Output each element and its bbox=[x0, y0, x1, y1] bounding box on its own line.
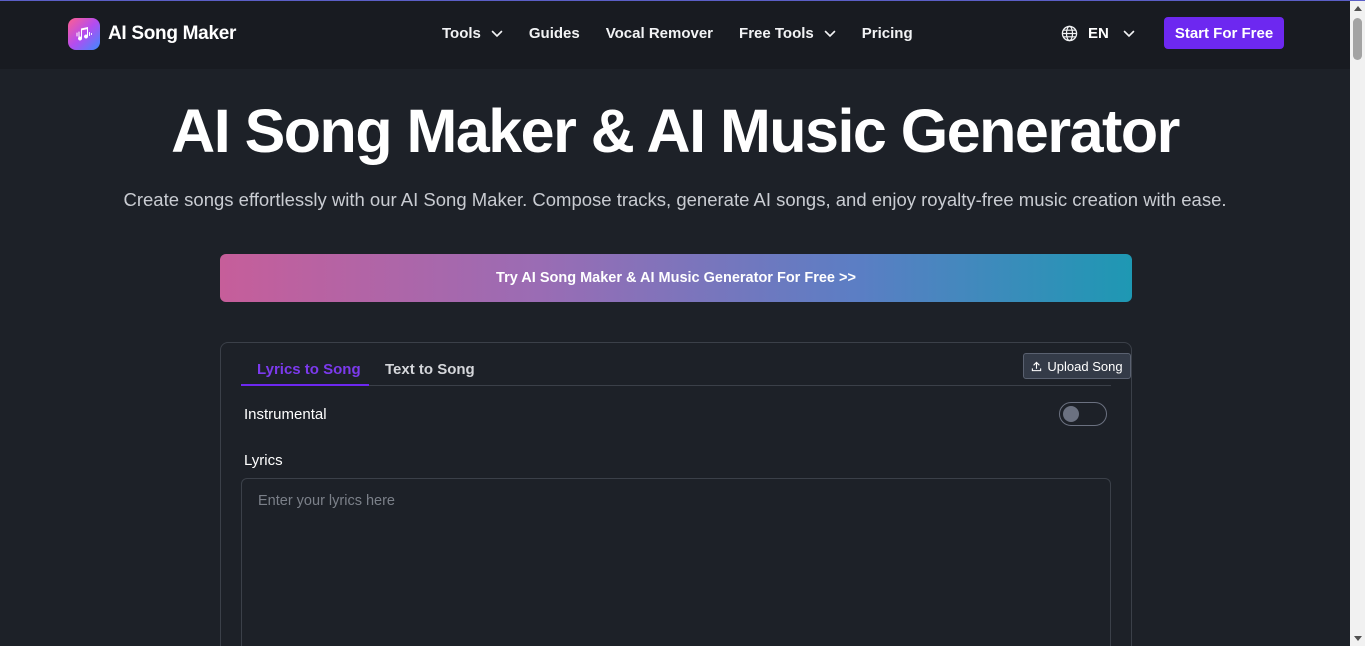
instrumental-label: Instrumental bbox=[244, 406, 327, 423]
try-free-banner-button[interactable]: Try AI Song Maker & AI Music Generator F… bbox=[220, 254, 1132, 302]
language-label: EN bbox=[1088, 25, 1109, 42]
upload-song-label: Upload Song bbox=[1047, 358, 1123, 374]
nav-item-label: Pricing bbox=[861, 25, 913, 42]
generator-tabs: Lyrics to Song Text to Song Upload Song bbox=[241, 343, 1131, 386]
logo-text: AI Song Maker bbox=[108, 23, 237, 44]
tab-lyrics-to-song[interactable]: Lyrics to Song bbox=[257, 361, 361, 378]
page-subtitle: Create songs effortlessly with our AI So… bbox=[123, 189, 1227, 210]
upload-song-button[interactable]: Upload Song bbox=[1023, 353, 1131, 379]
nav-item-label: Guides bbox=[528, 25, 580, 42]
nav-item-pricing[interactable]: Pricing bbox=[862, 25, 913, 42]
nav-item-vocal-remover[interactable]: Vocal Remover bbox=[606, 25, 713, 42]
main-nav: Tools Guides Vocal Remover Free Tools Pr… bbox=[442, 25, 939, 42]
site-header: AI Song Maker Tools Guides Vocal Remover… bbox=[0, 1, 1350, 69]
chevron-down-icon bbox=[491, 30, 503, 38]
tab-text-to-song[interactable]: Text to Song bbox=[385, 361, 475, 378]
nav-item-tools[interactable]: Tools bbox=[442, 25, 503, 42]
nav-item-label: Free Tools bbox=[739, 25, 814, 42]
music-note-icon bbox=[68, 18, 100, 50]
start-for-free-button[interactable]: Start For Free bbox=[1164, 17, 1284, 49]
scroll-up-arrow-icon[interactable] bbox=[1350, 1, 1365, 16]
lyrics-input[interactable] bbox=[241, 478, 1111, 646]
song-generator-panel: Lyrics to Song Text to Song Upload Song … bbox=[220, 342, 1132, 646]
nav-item-guides[interactable]: Guides bbox=[529, 25, 580, 42]
active-tab-indicator bbox=[241, 384, 369, 386]
instrumental-toggle[interactable] bbox=[1059, 402, 1107, 426]
toggle-knob bbox=[1063, 406, 1079, 422]
nav-item-label: Vocal Remover bbox=[605, 25, 714, 42]
chevron-down-icon bbox=[1123, 30, 1135, 38]
scroll-down-arrow-icon[interactable] bbox=[1350, 631, 1365, 646]
nav-item-free-tools[interactable]: Free Tools bbox=[739, 25, 836, 42]
page-title: AI Song Maker & AI Music Generator bbox=[171, 97, 1180, 165]
logo[interactable]: AI Song Maker bbox=[68, 18, 236, 50]
nav-item-label: Tools bbox=[442, 25, 481, 42]
banner-label: Try AI Song Maker & AI Music Generator F… bbox=[496, 270, 856, 286]
language-selector[interactable]: EN bbox=[1061, 25, 1135, 42]
scrollbar-thumb[interactable] bbox=[1353, 18, 1362, 60]
chevron-down-icon bbox=[824, 30, 836, 38]
upload-icon bbox=[1031, 361, 1042, 372]
page-scrollbar[interactable] bbox=[1350, 1, 1365, 646]
globe-icon bbox=[1061, 25, 1078, 42]
lyrics-label: Lyrics bbox=[244, 452, 283, 469]
